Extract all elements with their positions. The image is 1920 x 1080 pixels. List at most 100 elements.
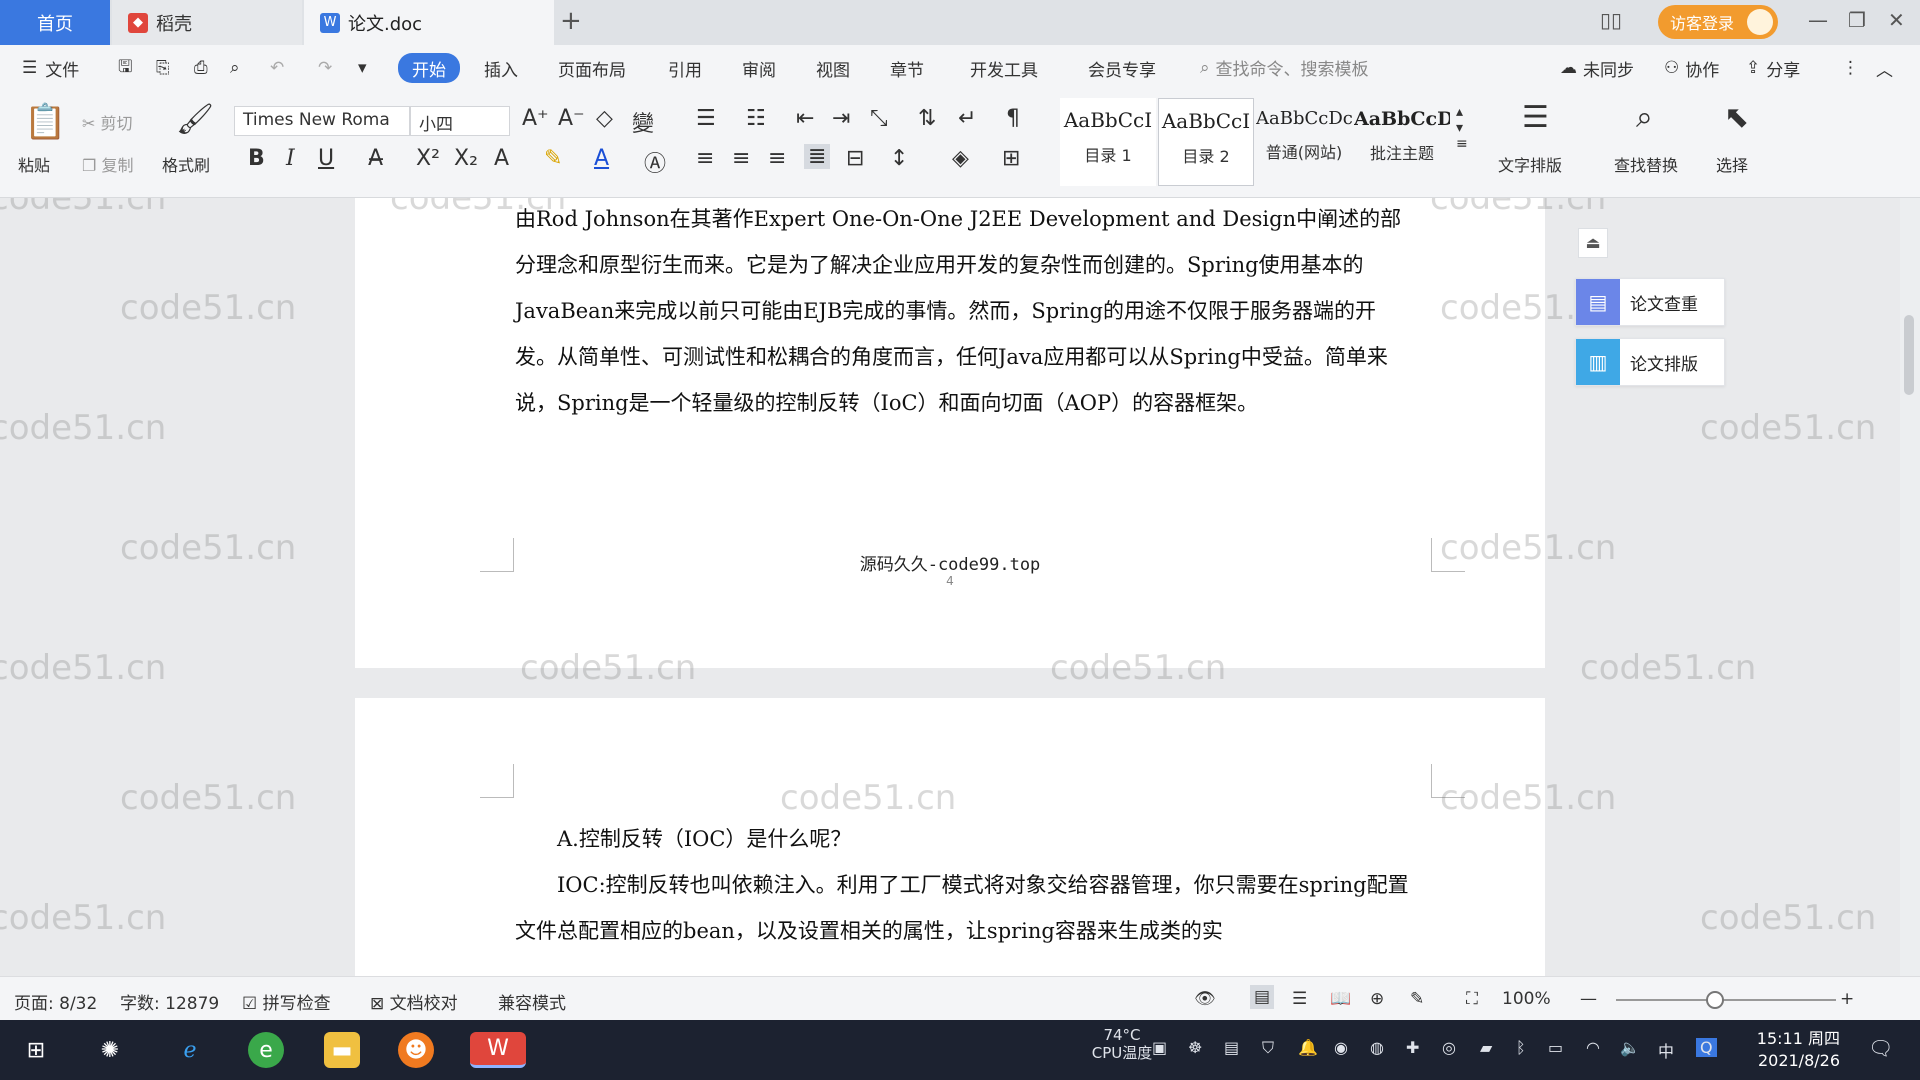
pinwheel-app-icon[interactable]: ✺ <box>92 1032 128 1068</box>
paper-check-button[interactable]: ▤ 论文查重 <box>1575 278 1725 326</box>
shrink-font-icon[interactable]: A⁻ <box>558 106 585 131</box>
tray-app-icon[interactable]: ▤ <box>1224 1038 1239 1057</box>
sort-icon[interactable]: ⇅ <box>918 106 936 131</box>
cursor-icon[interactable]: ⬉ <box>1724 100 1749 135</box>
paper-layout-button[interactable]: ▥ 论文排版 <box>1575 338 1725 386</box>
zoom-out-icon[interactable]: — <box>1580 989 1597 1009</box>
tray-app-icon[interactable]: ◎ <box>1442 1038 1456 1057</box>
close-icon[interactable]: ✕ <box>1888 8 1905 32</box>
tab-daoke[interactable]: ◆ 稻壳 <box>112 0 302 45</box>
body-paragraph[interactable]: IOC:控制反转也叫依赖注入。利用了工厂模式将对象交给容器管理，你只需要在spr… <box>515 862 1415 954</box>
brush-icon[interactable]: 🖌 <box>176 102 214 137</box>
font-size-select[interactable]: 小四 <box>410 106 510 136</box>
menu-page-layout[interactable]: 页面布局 <box>558 53 626 83</box>
text-effect-icon[interactable]: A <box>494 146 509 171</box>
styles-scroll-icon[interactable]: ▴▾≡ <box>1456 104 1468 152</box>
wps-app-icon[interactable]: W <box>470 1032 526 1068</box>
decrease-indent-icon[interactable]: ⇤ <box>796 106 814 131</box>
page-footer[interactable]: 源码久久-code99.top <box>355 550 1545 575</box>
text-direction-icon[interactable]: ⤡ <box>870 106 888 131</box>
line-break-icon[interactable]: ↵ <box>958 106 976 131</box>
menu-start[interactable]: 开始 <box>398 53 460 83</box>
zoom-level[interactable]: 100% <box>1502 989 1551 1009</box>
tab-document[interactable]: W 论文.doc <box>304 0 554 45</box>
borders-icon[interactable]: ⊞ <box>1002 146 1020 171</box>
align-left-icon[interactable]: ≡ <box>696 146 714 171</box>
grow-font-icon[interactable]: A⁺ <box>522 106 549 131</box>
bullet-list-icon[interactable]: ☰ <box>696 106 716 131</box>
increase-indent-icon[interactable]: ⇥ <box>832 106 850 131</box>
body-paragraph[interactable]: 由Rod Johnson在其著作Expert One-On-One J2EE D… <box>515 198 1415 426</box>
collab-button[interactable]: ⚇ 协作 <box>1664 53 1719 83</box>
ime-indicator[interactable]: 中 <box>1658 1038 1674 1062</box>
nvidia-icon[interactable]: ▰ <box>1480 1038 1492 1057</box>
subscript-icon[interactable]: X₂ <box>454 146 478 171</box>
line-spacing-icon[interactable]: ↕ <box>890 146 908 171</box>
page-view-icon[interactable]: ▤ <box>1250 985 1274 1009</box>
style-toc2[interactable]: AaBbCcI 目录 2 <box>1158 98 1254 186</box>
numbered-list-icon[interactable]: ☷ <box>746 106 766 131</box>
justify-icon[interactable]: ≣ <box>804 144 830 169</box>
volume-icon[interactable]: 🔈 <box>1620 1038 1640 1057</box>
page[interactable]: 由Rod Johnson在其著作Expert One-On-One J2EE D… <box>355 198 1545 668</box>
section-heading[interactable]: A.控制反转（IOC）是什么呢？ <box>515 816 1415 862</box>
text-layout-button[interactable]: 文字排版 <box>1498 152 1562 176</box>
clear-format-icon[interactable]: ◇ <box>596 106 613 131</box>
new-tab-button[interactable]: + <box>560 6 582 36</box>
char-border-icon[interactable]: Ⓐ <box>644 146 666 178</box>
notification-icon[interactable]: 🗨 <box>1868 1036 1893 1060</box>
guest-login-button[interactable]: 访客登录 <box>1658 5 1778 39</box>
proofread-button[interactable]: ⊠ 文档校对 <box>370 989 458 1014</box>
tab-home[interactable]: 首页 <box>0 0 110 45</box>
show-marks-icon[interactable]: ¶ <box>1006 106 1020 131</box>
eye-protection-icon[interactable]: 👁 <box>1194 989 1216 1009</box>
save-icon[interactable]: 🖫 <box>118 53 132 83</box>
print-icon[interactable]: ⎙ <box>194 53 208 83</box>
font-color-icon[interactable]: A <box>594 146 609 171</box>
menu-view[interactable]: 视图 <box>816 53 850 83</box>
bluetooth-icon[interactable]: ᛒ <box>1516 1038 1526 1057</box>
document-area[interactable]: 由Rod Johnson在其著作Expert One-On-One J2EE D… <box>0 198 1900 976</box>
page[interactable]: A.控制反转（IOC）是什么呢？ IOC:控制反转也叫依赖注入。利用了工厂模式将… <box>355 698 1545 976</box>
command-search[interactable]: ⌕ 查找命令、搜索模板 <box>1200 55 1369 80</box>
style-comment-subject[interactable]: AaBbCcD 批注主题 <box>1354 98 1450 186</box>
more-icon[interactable]: ⋮ <box>1842 53 1859 83</box>
tray-app-icon[interactable]: ▣ <box>1152 1038 1167 1057</box>
restore-icon[interactable]: ❐ <box>1848 8 1866 32</box>
windows-start-icon[interactable]: ⊞ <box>18 1032 54 1068</box>
format-painter-button[interactable]: 格式刷 <box>162 152 210 176</box>
distribute-icon[interactable]: ⊟ <box>846 146 864 171</box>
bold-icon[interactable]: B <box>248 146 265 171</box>
quick-access-dropdown-icon[interactable]: ▾ <box>358 53 367 83</box>
tray-app-icon[interactable]: ◉ <box>1334 1038 1348 1057</box>
menu-insert[interactable]: 插入 <box>484 53 518 83</box>
undo-icon[interactable]: ↶ <box>270 53 284 83</box>
page-indicator[interactable]: 页面: 8/32 <box>14 989 97 1014</box>
zoom-slider[interactable] <box>1616 999 1836 1001</box>
pinyin-icon[interactable]: 變 <box>632 106 654 138</box>
paste-button[interactable]: 粘贴 <box>18 152 50 176</box>
tray-app-icon[interactable]: ◍ <box>1370 1038 1384 1057</box>
shield-icon[interactable]: ⛉ <box>1262 1038 1274 1058</box>
web-view-icon[interactable]: ⊕ <box>1370 989 1384 1009</box>
italic-icon[interactable]: I <box>286 146 295 171</box>
style-toc1[interactable]: AaBbCcI 目录 1 <box>1060 98 1156 186</box>
wifi-icon[interactable]: ◠ <box>1586 1038 1600 1057</box>
underline-icon[interactable]: U <box>318 146 334 171</box>
tray-app-icon[interactable]: ✚ <box>1406 1038 1419 1057</box>
layout-icon[interactable]: ▯▯ <box>1600 8 1622 32</box>
outline-view-icon[interactable]: ☰ <box>1292 989 1307 1009</box>
redo-icon[interactable]: ↷ <box>318 53 332 83</box>
zoom-slider-handle[interactable] <box>1706 991 1724 1009</box>
paste-icon[interactable]: 📋 <box>24 102 66 142</box>
copy-button[interactable]: ❐ 复制 <box>82 152 133 176</box>
minimize-icon[interactable]: — <box>1808 8 1828 32</box>
collapse-ribbon-icon[interactable]: ︿ <box>1876 53 1893 83</box>
preview-icon[interactable]: ⌕ <box>230 53 240 83</box>
clock[interactable]: 15:11 周四 2021/8/26 <box>1740 1028 1840 1072</box>
align-center-icon[interactable]: ≡ <box>732 146 750 171</box>
ie-browser-icon[interactable]: ℯ <box>172 1032 208 1068</box>
file-explorer-icon[interactable]: ▬ <box>324 1032 360 1068</box>
game-app-icon[interactable]: ☻ <box>398 1032 434 1068</box>
bell-icon[interactable]: 🔔 <box>1298 1038 1318 1057</box>
